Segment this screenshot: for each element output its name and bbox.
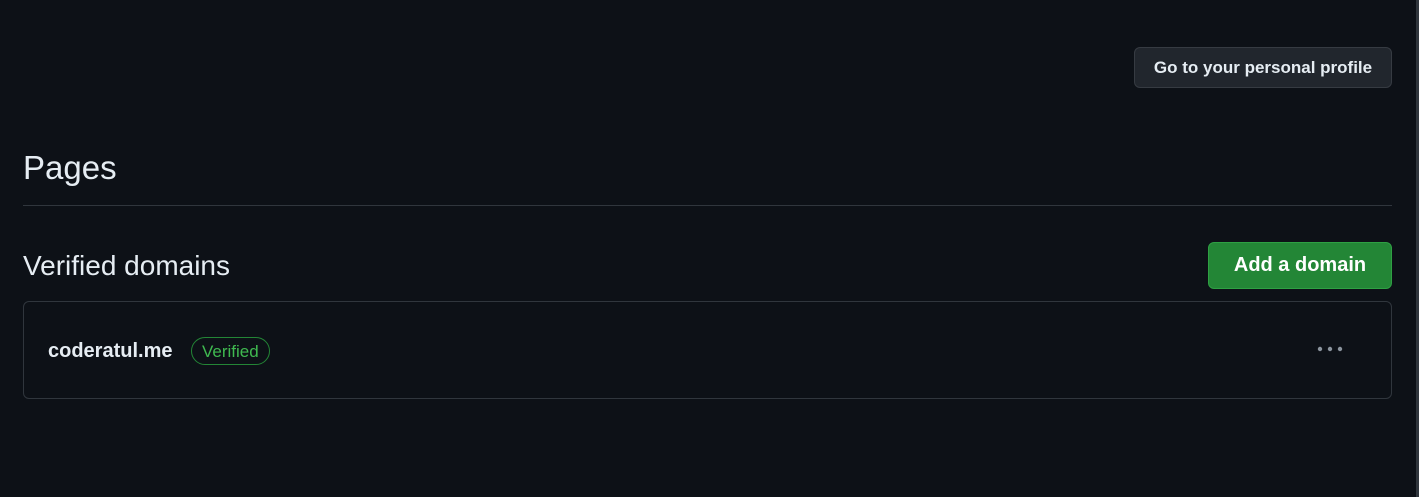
pages-settings-page: Go to your personal profile Pages Verifi… [0,0,1419,497]
add-domain-button[interactable]: Add a domain [1208,242,1392,289]
status-badge: Verified [191,337,270,365]
domain-name: coderatul.me [48,340,173,362]
title-divider [23,205,1392,206]
verified-domains-heading: Verified domains [23,250,231,281]
verified-domains-list: coderatul.me Verified [23,301,1392,399]
kebab-horizontal-icon[interactable] [1310,335,1350,363]
page-title: Pages [23,149,117,186]
go-to-personal-profile-button[interactable]: Go to your personal profile [1134,47,1392,88]
